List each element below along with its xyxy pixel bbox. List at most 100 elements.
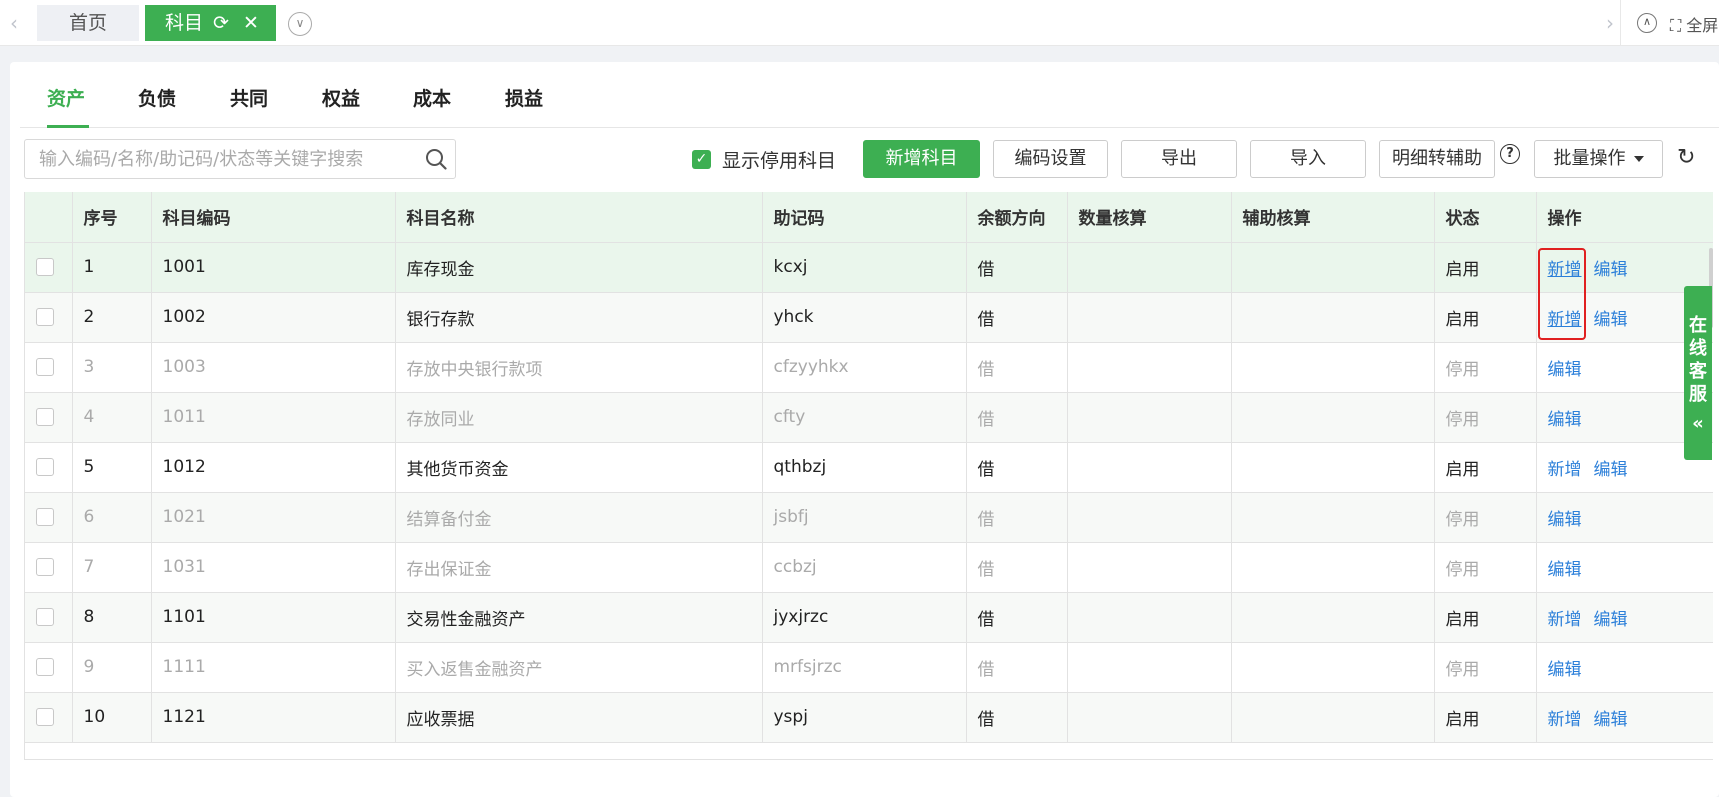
show-disabled-checkbox[interactable]: ✓ bbox=[692, 150, 711, 169]
divider bbox=[1620, 0, 1621, 46]
row-status: 停用 bbox=[1434, 492, 1537, 543]
edit-link[interactable]: 编辑 bbox=[1548, 510, 1582, 530]
edit-link[interactable]: 编辑 bbox=[1594, 260, 1628, 280]
export-button[interactable]: 导出 bbox=[1121, 140, 1237, 178]
row-checkbox[interactable] bbox=[36, 608, 54, 626]
row-direction: 借 bbox=[966, 442, 1068, 493]
tab-subjects[interactable]: 科目 ⟳ ✕ bbox=[145, 5, 276, 41]
row-checkbox[interactable] bbox=[36, 258, 54, 276]
header-name: 科目名称 bbox=[395, 192, 763, 243]
row-qty-accounting bbox=[1067, 442, 1232, 493]
edit-link[interactable]: 编辑 bbox=[1594, 310, 1628, 330]
row-direction: 借 bbox=[966, 242, 1068, 293]
row-no: 6 bbox=[72, 492, 152, 543]
add-subject-button[interactable]: 新增科目 bbox=[863, 140, 980, 178]
edit-link[interactable]: 编辑 bbox=[1594, 460, 1628, 480]
row-select-cell bbox=[25, 492, 73, 543]
add-child-link[interactable]: 新增 bbox=[1548, 710, 1582, 730]
search-icon[interactable] bbox=[425, 148, 447, 170]
row-actions: 编辑 bbox=[1536, 642, 1713, 693]
row-direction: 借 bbox=[966, 592, 1068, 643]
table-row: 4 1011 存放同业 cfty 借 停用 编辑 bbox=[25, 392, 1713, 443]
row-aux-accounting bbox=[1231, 442, 1435, 493]
edit-link[interactable]: 编辑 bbox=[1594, 610, 1628, 630]
row-direction: 借 bbox=[966, 392, 1068, 443]
row-checkbox[interactable] bbox=[36, 508, 54, 526]
close-tab-icon[interactable]: ✕ bbox=[243, 5, 259, 41]
row-no: 4 bbox=[72, 392, 152, 443]
row-mnemonic: kcxj bbox=[762, 242, 967, 293]
row-code: 1111 bbox=[151, 642, 396, 693]
chevron-up-icon[interactable]: ∧ bbox=[1637, 13, 1657, 33]
row-status: 启用 bbox=[1434, 442, 1537, 493]
batch-operations-dropdown[interactable]: 批量操作 bbox=[1534, 140, 1663, 178]
edit-link[interactable]: 编辑 bbox=[1548, 660, 1582, 680]
row-name: 应收票据 bbox=[395, 692, 763, 743]
row-select-cell bbox=[25, 542, 73, 593]
detail-to-aux-button[interactable]: 明细转辅助 bbox=[1379, 140, 1495, 178]
edit-link[interactable]: 编辑 bbox=[1594, 710, 1628, 730]
fullscreen-label: 全屏 bbox=[1686, 16, 1719, 35]
fullscreen-button[interactable]: ⛶ 全屏 bbox=[1670, 12, 1718, 36]
refresh-tab-icon[interactable]: ⟳ bbox=[213, 5, 229, 41]
tab-liabilities[interactable]: 负债 bbox=[138, 84, 176, 111]
edit-link[interactable]: 编辑 bbox=[1548, 560, 1582, 580]
add-child-link[interactable]: 新增 bbox=[1548, 460, 1582, 480]
header-direction: 余额方向 bbox=[966, 192, 1068, 243]
row-code: 1011 bbox=[151, 392, 396, 443]
row-checkbox[interactable] bbox=[36, 708, 54, 726]
row-qty-accounting bbox=[1067, 692, 1232, 743]
table-row: 5 1012 其他货币资金 qthbzj 借 启用 新增 编辑 bbox=[25, 442, 1713, 493]
row-actions: 编辑 bbox=[1536, 492, 1713, 543]
import-button[interactable]: 导入 bbox=[1250, 140, 1366, 178]
code-settings-button[interactable]: 编码设置 bbox=[993, 140, 1108, 178]
chevron-down-icon[interactable]: ∨ bbox=[288, 12, 312, 36]
row-status: 启用 bbox=[1434, 592, 1537, 643]
tab-cost[interactable]: 成本 bbox=[413, 84, 451, 111]
row-direction: 借 bbox=[966, 542, 1068, 593]
refresh-icon[interactable]: ↻ bbox=[1677, 146, 1695, 170]
tabs-scroll-left-icon[interactable]: ‹ bbox=[4, 10, 24, 36]
tabs-scroll-right-icon[interactable]: › bbox=[1600, 10, 1620, 36]
tab-profit-loss[interactable]: 损益 bbox=[505, 84, 543, 111]
online-service-tab[interactable]: 在 线 客 服 « bbox=[1684, 286, 1712, 460]
show-disabled-label[interactable]: 显示停用科目 bbox=[722, 146, 836, 173]
row-checkbox[interactable] bbox=[36, 458, 54, 476]
row-code: 1101 bbox=[151, 592, 396, 643]
row-checkbox[interactable] bbox=[36, 658, 54, 676]
table-row: 6 1021 结算备付金 jsbfj 借 停用 编辑 bbox=[25, 492, 1713, 543]
edit-link[interactable]: 编辑 bbox=[1548, 360, 1582, 380]
help-icon[interactable]: ? bbox=[1500, 144, 1520, 164]
row-checkbox[interactable] bbox=[36, 408, 54, 426]
row-actions: 新增 编辑 bbox=[1536, 592, 1713, 643]
row-checkbox[interactable] bbox=[36, 558, 54, 576]
tab-assets[interactable]: 资产 bbox=[47, 84, 85, 111]
row-mnemonic: jsbfj bbox=[762, 492, 967, 543]
row-select-cell bbox=[25, 292, 73, 343]
tab-equity[interactable]: 权益 bbox=[322, 84, 360, 111]
row-aux-accounting bbox=[1231, 342, 1435, 393]
row-name: 其他货币资金 bbox=[395, 442, 763, 493]
tab-subjects-label: 科目 bbox=[165, 12, 204, 34]
row-checkbox[interactable] bbox=[36, 308, 54, 326]
top-tab-bar: ‹ 首页 科目 ⟳ ✕ ∨ › ∧ ⛶ 全屏 bbox=[0, 0, 1719, 46]
row-status: 启用 bbox=[1434, 242, 1537, 293]
table-row: 8 1101 交易性金融资产 jyxjrzc 借 启用 新增 编辑 bbox=[25, 592, 1713, 643]
row-name: 结算备付金 bbox=[395, 492, 763, 543]
row-name: 交易性金融资产 bbox=[395, 592, 763, 643]
side-service-char: 在 bbox=[1689, 315, 1707, 336]
edit-link[interactable]: 编辑 bbox=[1548, 410, 1582, 430]
search-input[interactable] bbox=[25, 140, 415, 178]
add-child-link[interactable]: 新增 bbox=[1548, 610, 1582, 630]
row-code: 1002 bbox=[151, 292, 396, 343]
row-code: 1031 bbox=[151, 542, 396, 593]
row-aux-accounting bbox=[1231, 692, 1435, 743]
tab-home[interactable]: 首页 bbox=[37, 5, 139, 41]
header-select-all[interactable] bbox=[25, 192, 73, 243]
header-status: 状态 bbox=[1434, 192, 1537, 243]
row-select-cell bbox=[25, 592, 73, 643]
tab-common[interactable]: 共同 bbox=[230, 84, 268, 111]
row-qty-accounting bbox=[1067, 592, 1232, 643]
row-checkbox[interactable] bbox=[36, 358, 54, 376]
row-aux-accounting bbox=[1231, 292, 1435, 343]
